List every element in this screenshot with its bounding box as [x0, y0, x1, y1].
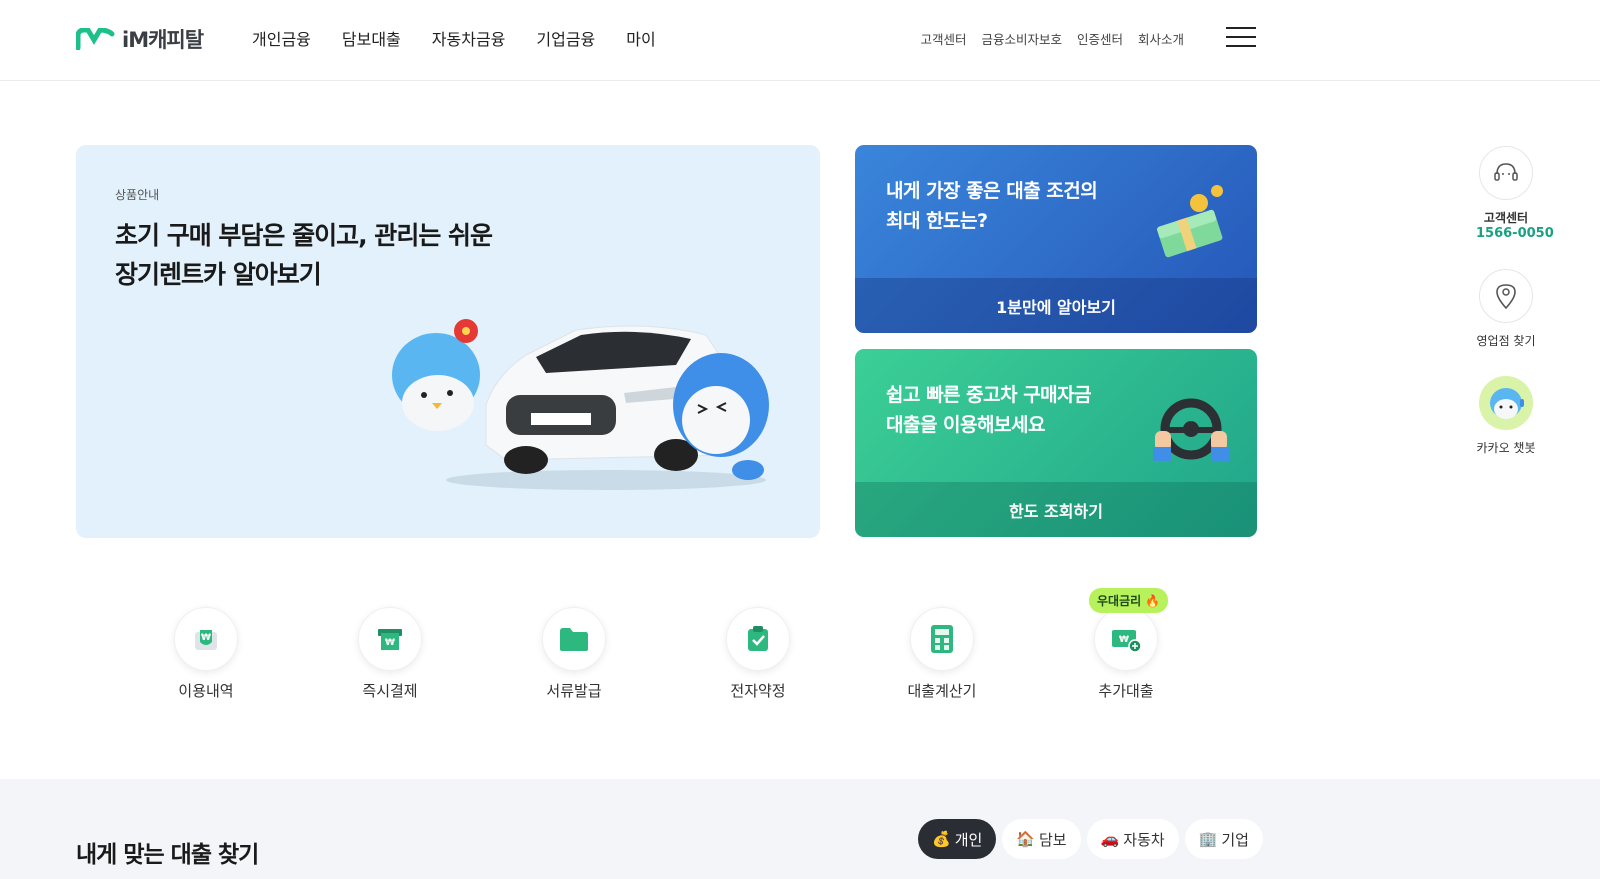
util-customer-center[interactable]: 고객센터: [920, 29, 966, 48]
tab-auto[interactable]: 🚗 자동차: [1086, 819, 1179, 859]
promo-card-used-car[interactable]: 쉽고 빠른 중고차 구매자금 대출을 이용해보세요 한도 조회하기: [855, 349, 1257, 537]
e-contract-icon: [748, 626, 768, 651]
chatbot-label: 카카오 챗봇: [1476, 441, 1536, 455]
additional-loan-icon: ₩: [1112, 630, 1142, 653]
quick-menu-instant-payment[interactable]: ₩ 즉시결제: [340, 607, 440, 701]
svg-text:₩: ₩: [201, 633, 211, 643]
quick-menu-additional-loan[interactable]: 우대금리 🔥 ₩ 추가대출: [1076, 588, 1176, 701]
document-folder-icon: [560, 628, 588, 651]
nav-item-personal[interactable]: 개인금융: [252, 26, 311, 50]
loan-finder-section: 내게 맞는 대출 찾기 💰 개인 🏠 담보 🚗 자동차 🏢 기업: [0, 779, 1600, 879]
hero-title: 초기 구매 부담은 줄이고, 관리는 쉬운 장기렌트카 알아보기: [115, 221, 493, 289]
house-icon: 🏠: [1016, 830, 1035, 848]
utility-nav: 고객센터 금융소비자보호 인증센터 회사소개: [920, 29, 1184, 48]
logo-mark-icon: [76, 28, 115, 50]
side-customer-center[interactable]: 고객센터 1566-0050: [1476, 146, 1554, 241]
util-certification[interactable]: 인증센터: [1077, 29, 1123, 48]
quick-menu-label: 즉시결제: [362, 682, 418, 700]
location-pin-icon: [1496, 284, 1516, 310]
instant-payment-icon: ₩: [378, 629, 402, 650]
promo-title: 내게 가장 좋은 대출 조건의 최대 한도는?: [886, 180, 1098, 232]
svg-text:₩: ₩: [1119, 635, 1129, 645]
promo-card-loan-limit[interactable]: 내게 가장 좋은 대출 조건의 최대 한도는? 1분만에 알아보기: [855, 145, 1257, 333]
quick-menu-label: 대출계산기: [907, 682, 977, 700]
flame-icon: 🔥: [1145, 594, 1161, 608]
quick-menu-label: 전자약정: [730, 682, 786, 700]
tab-corporate[interactable]: 🏢 기업: [1184, 819, 1263, 859]
svg-text:₩: ₩: [385, 638, 395, 648]
usage-history-icon: ₩: [195, 630, 217, 650]
calculator-icon: [931, 625, 953, 653]
side-kakao-chatbot[interactable]: 카카오 챗봇: [1476, 376, 1536, 456]
brand-name: iM캐피탈: [122, 28, 204, 52]
car-icon: 🚗: [1100, 830, 1120, 848]
header: iM캐피탈 개인금융 담보대출 자동차금융 기업금융 마이 고객센터 금융소비자…: [0, 0, 1600, 81]
hero-banner[interactable]: 상품안내 초기 구매 부담은 줄이고, 관리는 쉬운 장기렌트카 알아보기: [76, 145, 820, 538]
quick-menu-label: 추가대출: [1098, 682, 1154, 700]
branch-finder-label: 영업점 찾기: [1476, 334, 1536, 348]
money-stack-icon: [1157, 185, 1223, 258]
util-company[interactable]: 회사소개: [1138, 29, 1184, 48]
car-mascot-illustration-icon: [392, 319, 769, 490]
tab-collateral[interactable]: 🏠 담보: [1002, 819, 1081, 859]
promo-title: 쉽고 빠른 중고차 구매자금 대출을 이용해보세요: [886, 384, 1092, 436]
promo-cta-button[interactable]: 1분만에 알아보기: [855, 278, 1257, 333]
category-tabs: 💰 개인 🏠 담보 🚗 자동차 🏢 기업: [918, 819, 1263, 859]
promo-cta-button[interactable]: 한도 조회하기: [855, 482, 1257, 537]
building-icon: 🏢: [1198, 830, 1218, 848]
quick-menu-label: 서류발급: [546, 682, 602, 700]
nav-item-mortgage[interactable]: 담보대출: [342, 26, 401, 50]
hero-kicker: 상품안내: [115, 188, 160, 202]
chatbot-mascot-icon: [1490, 388, 1524, 419]
tab-personal[interactable]: 💰 개인: [918, 819, 997, 859]
quick-menu-label: 이용내역: [178, 682, 234, 700]
customer-center-label: 고객센터: [1483, 211, 1529, 225]
quick-menu-loan-calculator[interactable]: 대출계산기: [892, 607, 992, 701]
quick-menu-document[interactable]: 서류발급: [524, 607, 624, 701]
nav-item-auto[interactable]: 자동차금융: [432, 26, 506, 50]
menu-icon[interactable]: [1226, 27, 1256, 49]
money-bag-icon: 💰: [932, 830, 951, 848]
logo[interactable]: iM캐피탈: [76, 24, 204, 54]
quick-menu-e-contract[interactable]: 전자약정: [708, 607, 808, 701]
side-branch-finder[interactable]: 영업점 찾기: [1476, 269, 1536, 349]
util-consumer-protection[interactable]: 금융소비자보호: [981, 29, 1062, 48]
nav-item-my[interactable]: 마이: [626, 26, 655, 50]
main-nav: 개인금융 담보대출 자동차금융 기업금융 마이: [252, 26, 687, 50]
customer-center-phone[interactable]: 1566-0050: [1476, 226, 1554, 241]
quick-menu-usage-history[interactable]: ₩ 이용내역: [156, 607, 256, 701]
headset-icon: [1494, 163, 1518, 181]
preferential-rate-badge: 우대금리 🔥: [1089, 588, 1169, 613]
steering-wheel-icon: [1153, 398, 1229, 461]
nav-item-corporate[interactable]: 기업금융: [536, 26, 595, 50]
section-title: 내게 맞는 대출 찾기: [76, 842, 259, 868]
